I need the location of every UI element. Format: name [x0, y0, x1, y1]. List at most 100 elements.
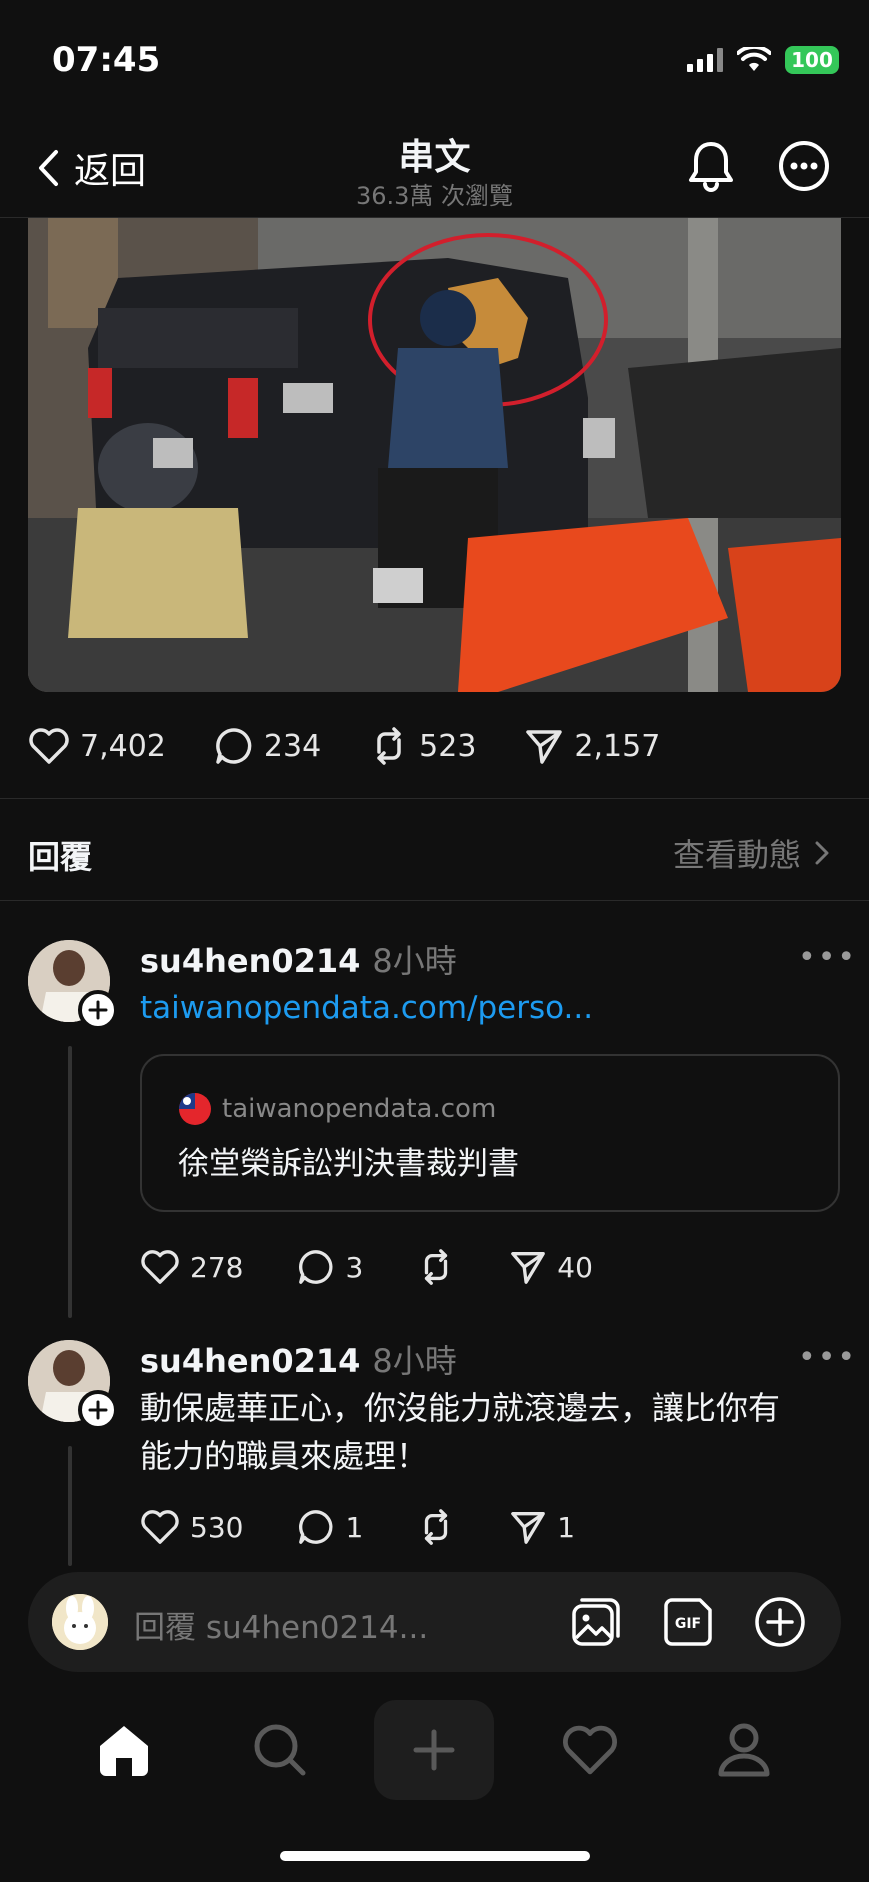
card-title: 徐堂榮訴訟判決書裁判書 [178, 1146, 519, 1182]
battery-indicator: 100 [785, 46, 839, 74]
status-time: 07:45 [52, 40, 161, 80]
comment-count: 234 [263, 728, 322, 764]
comment-stats: 530 1 1 [140, 1508, 575, 1546]
reply-composer[interactable]: 回覆 su4hen0214... GIF [28, 1572, 841, 1672]
share-button[interactable]: 40 [509, 1248, 593, 1286]
like-count: 7,402 [80, 728, 166, 764]
tab-home[interactable] [64, 1700, 184, 1800]
comment-header: su4hen0214 8小時 [140, 936, 457, 982]
notification-button[interactable] [686, 140, 736, 196]
post-stats: 7,402 234 523 2,157 [28, 726, 660, 766]
comment-button[interactable]: 234 [214, 726, 321, 766]
post-video-thumbnail[interactable] [28, 218, 841, 692]
plus-icon [413, 1729, 455, 1771]
repost-button[interactable] [417, 1248, 455, 1286]
bunny-avatar-image [52, 1594, 108, 1650]
plus-icon [88, 1000, 108, 1020]
profile-icon [718, 1723, 770, 1777]
svg-text:GIF: GIF [675, 1616, 701, 1632]
tab-profile[interactable] [684, 1700, 804, 1800]
comment-icon [216, 728, 252, 764]
cellular-signal-icon [687, 48, 723, 72]
comment-text: 動保處華正心，你沒能力就滾邊去，讓比你有 能力的職員來處理！ [140, 1384, 840, 1480]
view-activity-label: 查看動態 [672, 836, 801, 874]
username[interactable]: su4hen0214 [140, 942, 360, 980]
heart-icon [141, 1250, 179, 1284]
comment-text-line: 能力的職員來處理！ [140, 1437, 429, 1475]
share-count: 40 [557, 1250, 593, 1284]
plus-icon [88, 1400, 108, 1420]
wifi-icon [737, 47, 771, 71]
comment-count: 3 [345, 1250, 364, 1284]
like-button[interactable]: 278 [140, 1249, 243, 1285]
view-activity-link[interactable]: 查看動態 [673, 830, 829, 876]
taiwan-flag-icon [179, 1093, 211, 1125]
like-button[interactable]: 530 [140, 1509, 243, 1545]
timestamp: 8小時 [372, 942, 457, 980]
repost-icon [377, 727, 401, 765]
like-count: 278 [190, 1250, 244, 1284]
search-icon [254, 1724, 306, 1776]
comment-link[interactable]: taiwanopendata.com/perso... [140, 990, 593, 1026]
comment-count: 1 [345, 1510, 364, 1544]
replies-divider [0, 900, 869, 901]
timestamp: 8小時 [372, 1342, 457, 1380]
stats-divider [0, 798, 869, 799]
repost-button[interactable]: 523 [369, 726, 476, 766]
tab-search[interactable] [220, 1700, 340, 1800]
status-indicators: 100 [687, 46, 839, 74]
comment-header: su4hen0214 8小時 [140, 1336, 457, 1382]
reply-input[interactable]: 回覆 su4hen0214... [134, 1602, 428, 1647]
thread-line [68, 1046, 72, 1318]
image-gallery-icon [572, 1598, 620, 1646]
link-preview-card[interactable]: taiwanopendata.com 徐堂榮訴訟判決書裁判書 [140, 1054, 840, 1212]
heart-icon [29, 728, 69, 764]
page-title: 串文 [398, 137, 471, 178]
gif-button[interactable]: GIF [662, 1596, 714, 1652]
attach-image-button[interactable] [570, 1596, 622, 1652]
home-icon [100, 1726, 148, 1776]
tab-activity[interactable] [530, 1700, 650, 1800]
more-icon [779, 141, 829, 191]
repost-count: 523 [419, 728, 477, 764]
card-domain: taiwanopendata.com [222, 1094, 497, 1124]
repost-button[interactable] [417, 1508, 455, 1546]
follow-button[interactable] [78, 990, 118, 1030]
username[interactable]: su4hen0214 [140, 1342, 360, 1380]
comment-stats: 278 3 40 [140, 1248, 593, 1286]
heart-icon [141, 1510, 179, 1544]
current-user-avatar [52, 1594, 108, 1650]
comment-icon [299, 1510, 333, 1544]
comment-icon [299, 1250, 333, 1284]
more-options-button[interactable] [778, 140, 830, 196]
video-frame-image [28, 218, 841, 692]
share-count: 1 [557, 1510, 576, 1544]
plus-circle-icon [755, 1597, 805, 1647]
share-button[interactable]: 2,157 [524, 726, 660, 766]
share-button[interactable]: 1 [509, 1508, 575, 1546]
home-indicator [280, 1851, 590, 1861]
replies-heading: 回覆 [28, 838, 93, 876]
card-source: taiwanopendata.com [178, 1092, 496, 1126]
comment-button[interactable]: 1 [297, 1508, 363, 1546]
repost-icon [425, 1249, 448, 1285]
send-icon [511, 1252, 546, 1284]
view-count: 36.3萬 次瀏覽 [355, 182, 514, 210]
bell-icon [689, 142, 733, 192]
comment-more-button[interactable]: ••• [798, 940, 857, 975]
comment-button[interactable]: 3 [297, 1248, 363, 1286]
like-count: 530 [190, 1510, 244, 1544]
repost-icon [425, 1509, 448, 1545]
thread-line [68, 1446, 72, 1566]
comment-text-line: 動保處華正心，你沒能力就滾邊去，讓比你有 [140, 1389, 781, 1427]
gif-icon: GIF [664, 1598, 712, 1646]
send-icon [511, 1512, 546, 1544]
follow-button[interactable] [78, 1390, 118, 1430]
share-count: 2,157 [574, 728, 661, 764]
tab-create[interactable] [374, 1700, 494, 1800]
send-icon [526, 730, 563, 764]
comment-more-button[interactable]: ••• [798, 1340, 857, 1375]
add-attachment-button[interactable] [754, 1596, 806, 1652]
like-button[interactable]: 7,402 [28, 727, 166, 765]
heart-icon [562, 1725, 618, 1775]
